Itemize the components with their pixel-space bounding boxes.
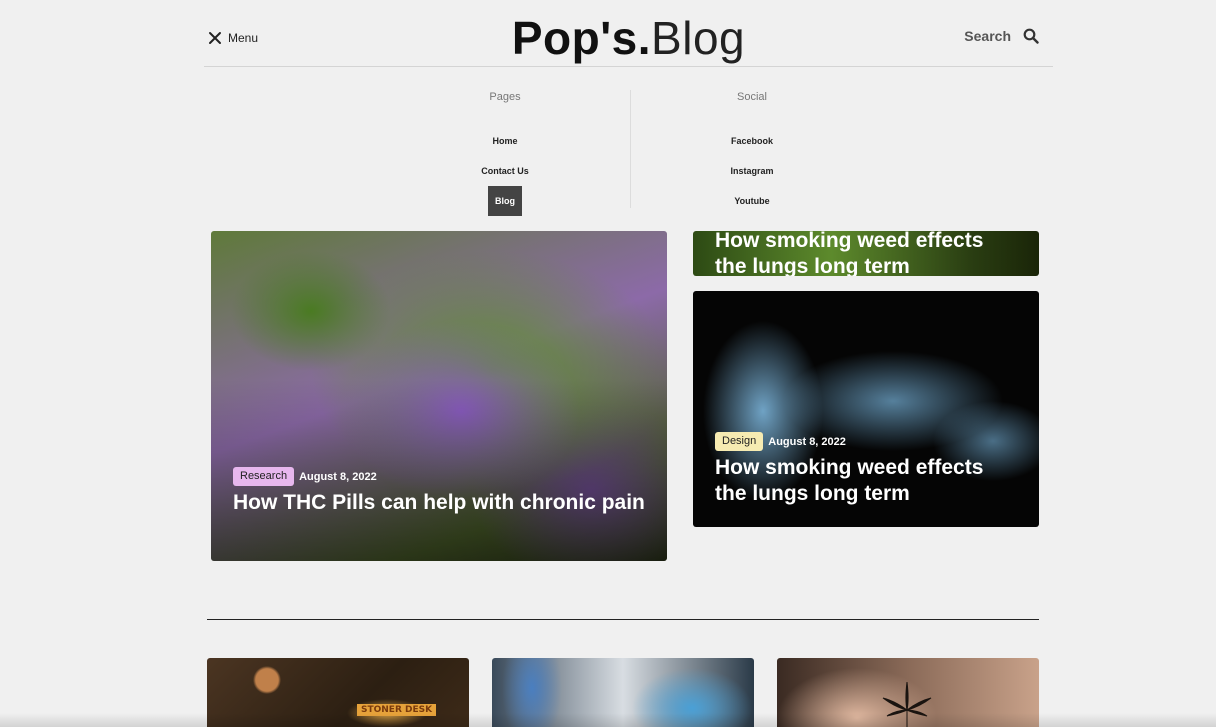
nav-link-contact-us[interactable]: Contact Us <box>474 156 536 186</box>
page: Menu Pop's.Blog Search Pages Home Contac… <box>0 0 1216 727</box>
featured-post-top[interactable]: How smoking weed effects the lungs long … <box>693 231 1039 276</box>
category-tag[interactable]: Design <box>715 432 764 451</box>
cannabis-leaf-icon <box>882 681 932 727</box>
featured-post-main[interactable]: Research August 8, 2022 How THC Pills ca… <box>211 231 667 561</box>
social-link-instagram[interactable]: Instagram <box>723 156 780 186</box>
social-title: Social <box>737 91 767 103</box>
logo-light: Blog <box>651 12 746 64</box>
desk-label: STONER DESK <box>357 704 437 716</box>
social-column: Social Facebook Instagram Youtube <box>672 90 832 216</box>
post-content: Research August 8, 2022 How THC Pills ca… <box>233 467 647 516</box>
column-divider <box>630 90 631 208</box>
post-date: August 8, 2022 <box>299 470 377 483</box>
category-tag[interactable]: Research <box>233 467 295 486</box>
post-title[interactable]: How THC Pills can help with chronic pain <box>233 490 647 516</box>
post-content: Design August 8, 2022 How smoking weed e… <box>715 432 1019 507</box>
social-link-facebook[interactable]: Facebook <box>724 126 780 156</box>
post-thumbnail-leaf[interactable] <box>777 658 1039 727</box>
search-icon <box>1023 28 1039 44</box>
nav-link-blog[interactable]: Blog <box>488 186 522 216</box>
search-button[interactable]: Search <box>964 28 1039 44</box>
post-title[interactable]: How smoking weed effects the lungs long … <box>715 231 1019 276</box>
menu-dropdown: Pages Home Contact Us Blog Social Facebo… <box>380 90 870 216</box>
pages-column: Pages Home Contact Us Blog <box>425 90 585 216</box>
post-thumbnail-lab[interactable] <box>492 658 754 727</box>
post-meta: Research August 8, 2022 <box>233 467 647 486</box>
site-logo[interactable]: Pop's.Blog <box>204 8 1053 68</box>
post-content: How smoking weed effects the lungs long … <box>715 231 1019 276</box>
pages-title: Pages <box>489 91 521 103</box>
site-header: Menu Pop's.Blog Search <box>204 0 1053 67</box>
social-link-youtube[interactable]: Youtube <box>727 186 776 216</box>
nav-link-home[interactable]: Home <box>485 126 524 156</box>
post-meta: Design August 8, 2022 <box>715 432 1019 451</box>
post-date: August 8, 2022 <box>768 435 846 448</box>
post-thumbnail-desk[interactable]: STONER DESK <box>207 658 469 727</box>
search-label: Search <box>964 28 1011 44</box>
section-divider <box>207 619 1039 620</box>
post-title[interactable]: How smoking weed effects the lungs long … <box>715 455 1019 507</box>
logo-bold: Pop's. <box>511 12 652 64</box>
featured-post-smoke[interactable]: Design August 8, 2022 How smoking weed e… <box>693 291 1039 527</box>
